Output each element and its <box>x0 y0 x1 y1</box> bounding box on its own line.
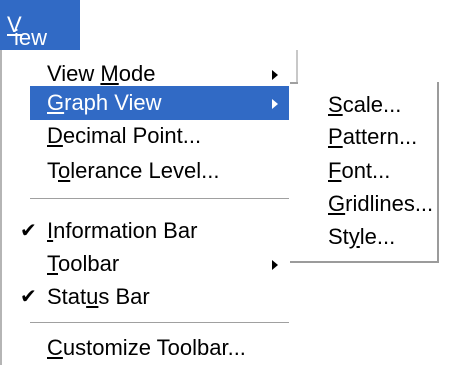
menu-item-label: Information Bar <box>47 218 198 243</box>
view-menu-title-label: View <box>7 12 48 50</box>
menu-item-toolbar[interactable]: Toolbar <box>0 247 297 281</box>
menu-item-tolerance-level[interactable]: Tolerance Level... <box>0 154 297 188</box>
menu-item-label: Customize Toolbar... <box>47 335 246 360</box>
menu-item-customize-toolbar[interactable]: Customize Toolbar... <box>0 331 297 365</box>
menu-separator <box>30 322 289 324</box>
menu-item-label: Status Bar <box>47 284 150 309</box>
menu-item-graph-view[interactable]: Graph View <box>30 86 289 120</box>
check-icon: ✔ <box>20 220 37 242</box>
submenu-item-scale[interactable]: Scale... <box>328 90 401 120</box>
submenu-arrow-icon <box>272 70 278 80</box>
view-menu-title[interactable]: View <box>0 0 80 50</box>
check-icon: ✔ <box>20 286 37 308</box>
submenu-arrow-icon <box>272 99 278 109</box>
menu-item-label: Toolbar <box>47 251 120 276</box>
submenu-item-gridlines[interactable]: Gridlines... <box>328 189 433 219</box>
menu-item-label: Tolerance Level... <box>47 158 220 183</box>
menu-item-status-bar[interactable]: ✔ Status Bar <box>0 280 297 314</box>
submenu-arrow-icon <box>272 260 278 270</box>
menu-item-information-bar[interactable]: ✔ Information Bar <box>0 214 297 248</box>
menu-item-decimal-point[interactable]: Decimal Point... <box>0 119 297 153</box>
menu-item-label: Graph View <box>47 90 162 115</box>
graph-view-submenu: Scale... Pattern... Font... Gridlines...… <box>290 82 439 263</box>
submenu-edge <box>290 82 298 84</box>
menu-separator <box>30 198 289 200</box>
submenu-item-font[interactable]: Font... <box>328 156 390 186</box>
menu-item-label: Decimal Point... <box>47 123 202 148</box>
submenu-item-pattern[interactable]: Pattern... <box>328 122 417 152</box>
submenu-item-style[interactable]: Style... <box>328 222 395 252</box>
